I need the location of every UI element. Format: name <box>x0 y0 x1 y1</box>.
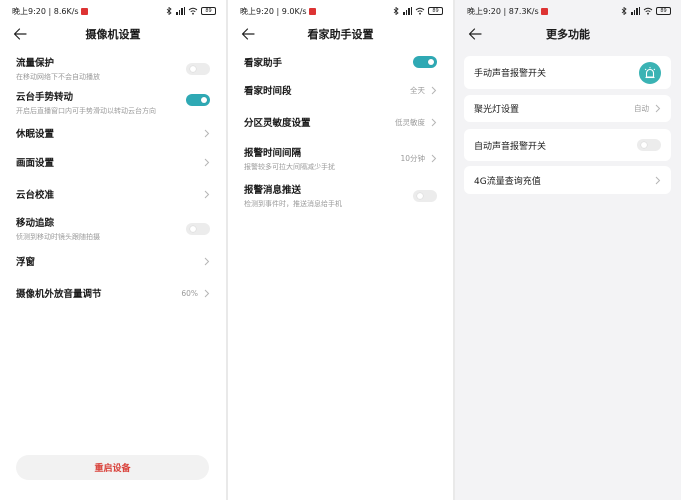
guard-time-row[interactable]: 看家时间段 全天 <box>244 83 437 97</box>
wifi-icon <box>188 7 198 15</box>
alarm-interval-row[interactable]: 报警时间间隔 报警较多可拉大间隔减少手扰 10分钟 <box>244 145 437 172</box>
setting-label: 报警消息推送 <box>244 185 302 196</box>
volume-value: 60% <box>181 288 198 298</box>
motion-tracking-toggle[interactable] <box>186 222 210 235</box>
setting-label: 看家助手 <box>244 58 283 69</box>
setting-label: 移动追踪 <box>16 218 55 229</box>
chevron-right-icon <box>204 257 210 265</box>
chevron-right-icon <box>431 86 437 94</box>
status-bar: 晚上9:20 | 87.3K/s 89 <box>467 4 671 18</box>
traffic-protection-row[interactable]: 流量保护 在移动网络下不会自动播放 <box>16 55 210 82</box>
status-bar: 晚上9:20 | 9.0K/s 89 <box>240 4 443 18</box>
gimbal-gesture-row[interactable]: 云台手势转动 开启后直播窗口内可手势滑动以转动云台方向 <box>16 89 210 116</box>
manual-sound-alarm-card[interactable]: 手动声音报警开关 <box>464 56 671 89</box>
speaker-volume-row[interactable]: 摄像机外放音量调节 60% <box>16 286 210 300</box>
header: 更多功能 <box>455 22 681 46</box>
motion-tracking-row[interactable]: 移动追踪 侦测到移动时镜头跟随拍摄 <box>16 215 210 242</box>
more-features-screen: 晚上9:20 | 87.3K/s 89 更多功能 手动声音报警开关 聚光灯设置 <box>455 0 681 500</box>
chevron-right-icon <box>431 118 437 126</box>
battery-icon: 89 <box>201 7 216 15</box>
notification-badge-icon <box>80 7 88 15</box>
setting-description: 检测到事件时，推送消息给手机 <box>244 200 342 208</box>
setting-label: 报警时间间隔 <box>244 148 302 159</box>
back-arrow-icon[interactable] <box>468 26 482 42</box>
back-arrow-icon[interactable] <box>13 26 27 42</box>
setting-description: 报警较多可拉大间隔减少手扰 <box>244 163 335 171</box>
4g-data-recharge-card[interactable]: 4G流量查询充值 <box>464 166 671 194</box>
gimbal-calibration-row[interactable]: 云台校准 <box>16 187 210 201</box>
setting-label: 自动声音报警开关 <box>474 141 547 152</box>
setting-label: 云台校准 <box>16 190 55 201</box>
camera-settings-screen: 晚上9:20 | 8.6K/s 89 摄像机设置 流量保护 在移动网络下不会自动… <box>0 0 226 500</box>
setting-label: 画面设置 <box>16 158 55 169</box>
setting-label: 云台手势转动 <box>16 92 74 103</box>
setting-description: 在移动网络下不会自动播放 <box>16 73 100 81</box>
chevron-right-icon <box>204 289 210 297</box>
setting-label: 4G流量查询充值 <box>474 176 541 187</box>
setting-description: 开启后直播窗口内可手势滑动以转动云台方向 <box>16 107 156 115</box>
chevron-right-icon <box>204 158 210 166</box>
page-title: 看家助手设置 <box>307 28 374 41</box>
floating-window-row[interactable]: 浮窗 <box>16 254 210 268</box>
setting-label: 摄像机外放音量调节 <box>16 289 102 300</box>
sensitivity-value: 低灵敏度 <box>395 117 425 127</box>
signal-icon <box>176 7 185 15</box>
sleep-settings-row[interactable]: 休眠设置 <box>16 126 210 140</box>
status-bar: 晚上9:20 | 8.6K/s 89 <box>12 4 216 18</box>
home-assistant-settings-screen: 晚上9:20 | 9.0K/s 89 看家助手设置 看家助手 看家时间段 全天 <box>228 0 453 500</box>
header: 看家助手设置 <box>228 22 453 46</box>
auto-sound-alarm-toggle[interactable] <box>637 139 661 151</box>
gimbal-gesture-toggle[interactable] <box>186 94 210 106</box>
interval-value: 10分钟 <box>400 154 425 163</box>
notification-badge-icon <box>308 7 316 15</box>
bluetooth-icon <box>621 7 627 15</box>
chevron-right-icon <box>655 104 661 113</box>
battery-icon: 89 <box>656 7 671 15</box>
setting-label: 分区灵敏度设置 <box>244 118 311 129</box>
alarm-push-toggle[interactable] <box>413 189 437 202</box>
guard-time-value: 全天 <box>410 85 425 95</box>
signal-icon <box>631 7 640 15</box>
alarm-push-row[interactable]: 报警消息推送 检测到事件时，推送消息给手机 <box>244 182 437 209</box>
zone-sensitivity-row[interactable]: 分区灵敏度设置 低灵敏度 <box>244 115 437 129</box>
setting-label: 浮窗 <box>16 257 36 268</box>
spotlight-value: 自动 <box>634 104 649 113</box>
home-assistant-row[interactable]: 看家助手 <box>244 55 437 69</box>
spotlight-settings-card[interactable]: 聚光灯设置 自动 <box>464 95 671 122</box>
setting-label: 流量保护 <box>16 58 55 69</box>
chevron-right-icon <box>655 176 661 184</box>
chevron-right-icon <box>204 190 210 198</box>
setting-label: 聚光灯设置 <box>474 105 520 115</box>
status-time: 晚上9:20 | 9.0K/s <box>240 6 307 16</box>
page-title: 摄像机设置 <box>85 28 141 41</box>
setting-label: 看家时间段 <box>244 86 292 97</box>
restart-device-button[interactable]: 重启设备 <box>16 455 209 480</box>
wifi-icon <box>415 7 425 15</box>
signal-icon <box>403 7 412 15</box>
status-time: 晚上9:20 | 87.3K/s <box>467 6 539 16</box>
home-assistant-toggle[interactable] <box>413 56 437 68</box>
picture-settings-row[interactable]: 画面设置 <box>16 155 210 169</box>
setting-label: 手动声音报警开关 <box>474 69 547 79</box>
wifi-icon <box>643 7 653 15</box>
header: 摄像机设置 <box>0 22 226 46</box>
chevron-right-icon <box>431 154 437 163</box>
traffic-protection-toggle[interactable] <box>186 62 210 75</box>
back-arrow-icon[interactable] <box>241 26 255 42</box>
bluetooth-icon <box>166 7 172 15</box>
auto-sound-alarm-card[interactable]: 自动声音报警开关 <box>464 129 671 161</box>
chevron-right-icon <box>204 129 210 137</box>
notification-badge-icon <box>540 7 548 15</box>
page-title: 更多功能 <box>546 28 590 41</box>
setting-label: 休眠设置 <box>16 129 55 140</box>
bluetooth-icon <box>393 7 399 15</box>
status-time: 晚上9:20 | 8.6K/s <box>12 6 79 16</box>
alarm-light-icon[interactable] <box>639 61 661 84</box>
battery-icon: 89 <box>428 7 443 15</box>
setting-description: 侦测到移动时镜头跟随拍摄 <box>16 233 100 241</box>
